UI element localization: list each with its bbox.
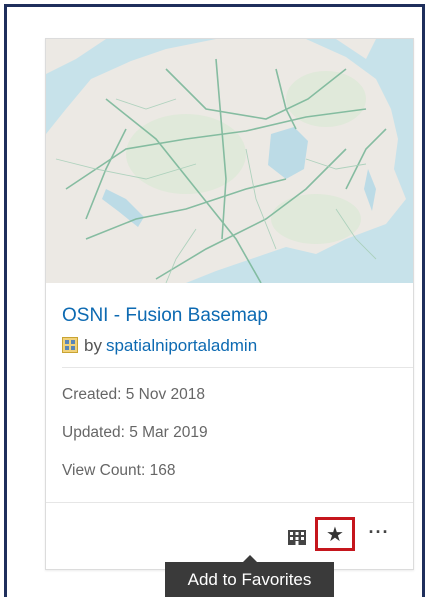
star-icon: ★ [326, 523, 344, 546]
view-count: View Count: 168 [62, 462, 176, 479]
map-thumbnail[interactable] [46, 39, 413, 283]
building-grid-icon[interactable] [287, 527, 309, 549]
add-to-favorites-button[interactable]: ★ [315, 517, 355, 551]
item-title-link[interactable]: OSNI - Fusion Basemap [62, 305, 268, 327]
map-thumbnail-image [46, 39, 413, 283]
item-card: OSNI - Fusion Basemap by spatialniportala… [45, 38, 414, 570]
more-options-button[interactable]: ··· [366, 519, 392, 545]
map-service-icon [62, 337, 78, 353]
owner-prefix: by [84, 336, 102, 355]
divider [62, 367, 413, 368]
footer-divider [46, 502, 413, 503]
tooltip-text: Add to Favorites [187, 569, 312, 589]
owner-link[interactable]: spatialniportaladmin [106, 336, 257, 355]
updated-date: Updated: 5 Mar 2019 [62, 424, 208, 441]
item-owner-line: by spatialniportaladmin [62, 336, 257, 356]
created-date: Created: 5 Nov 2018 [62, 386, 206, 403]
ellipsis-icon: ··· [368, 521, 390, 542]
favorites-tooltip: Add to Favorites [165, 555, 334, 597]
